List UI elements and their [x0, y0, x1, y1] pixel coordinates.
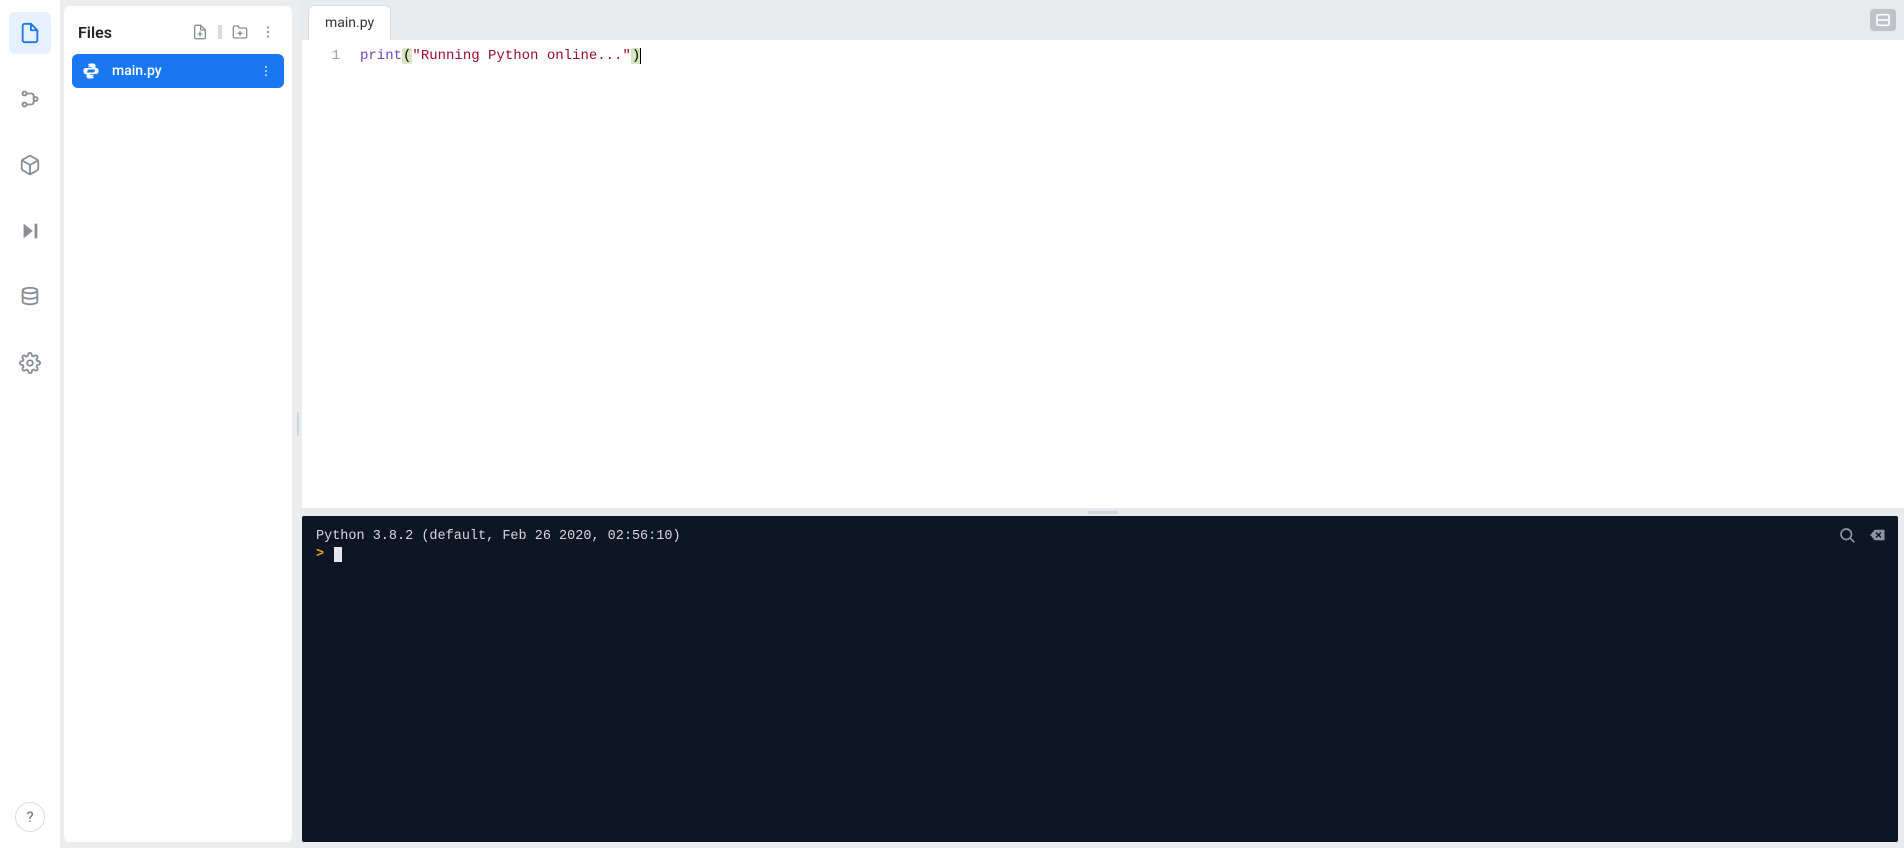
rail-database-icon[interactable]: [9, 276, 51, 318]
files-panel-title: Files: [78, 23, 190, 42]
terminal-prompt-line[interactable]: >: [316, 546, 1884, 564]
layout-toggle-icon[interactable]: [1870, 9, 1896, 31]
divider: [218, 25, 222, 39]
editor-cursor: [640, 48, 641, 64]
file-item-name: main.py: [112, 63, 258, 79]
code-token-string: "Running Python online...": [412, 48, 630, 64]
editor-gutter: 1: [302, 40, 350, 508]
terminal-prompt: >: [316, 547, 324, 562]
rail-debugger-icon[interactable]: [9, 210, 51, 252]
new-file-icon[interactable]: [190, 22, 210, 42]
files-panel-header: Files: [72, 16, 284, 54]
rail-files-icon[interactable]: [9, 12, 51, 54]
terminal-cursor: [334, 547, 342, 562]
rail-settings-icon[interactable]: [9, 342, 51, 384]
terminal[interactable]: Python 3.8.2 (default, Feb 26 2020, 02:5…: [302, 516, 1898, 842]
code-token-builtin: print: [360, 48, 402, 64]
terminal-search-icon[interactable]: [1838, 526, 1856, 544]
rail-packages-icon[interactable]: [9, 144, 51, 186]
python-file-icon: [82, 62, 100, 80]
line-number: 1: [302, 48, 340, 64]
file-item[interactable]: main.py: [72, 54, 284, 88]
terminal-clear-icon[interactable]: [1868, 526, 1886, 544]
main-area: main.py 1 print("Running Python online..…: [302, 0, 1904, 848]
help-button[interactable]: ?: [15, 802, 45, 832]
editor-tab-bar: main.py: [302, 0, 1904, 40]
code-token-paren-open: (: [402, 48, 412, 64]
editor-code-area[interactable]: print("Running Python online..."): [350, 40, 641, 508]
panel-splitter-horizontal[interactable]: [302, 508, 1904, 516]
code-editor[interactable]: 1 print("Running Python online..."): [302, 40, 1904, 508]
terminal-banner: Python 3.8.2 (default, Feb 26 2020, 02:5…: [316, 528, 1884, 546]
file-item-menu-icon[interactable]: [258, 64, 274, 78]
files-panel-menu-icon[interactable]: [258, 22, 278, 42]
new-folder-icon[interactable]: [230, 22, 250, 42]
files-panel: Files main.py: [64, 6, 292, 842]
rail-version-icon[interactable]: [9, 78, 51, 120]
editor-tab[interactable]: main.py: [308, 5, 391, 40]
nav-rail: ?: [0, 0, 60, 848]
